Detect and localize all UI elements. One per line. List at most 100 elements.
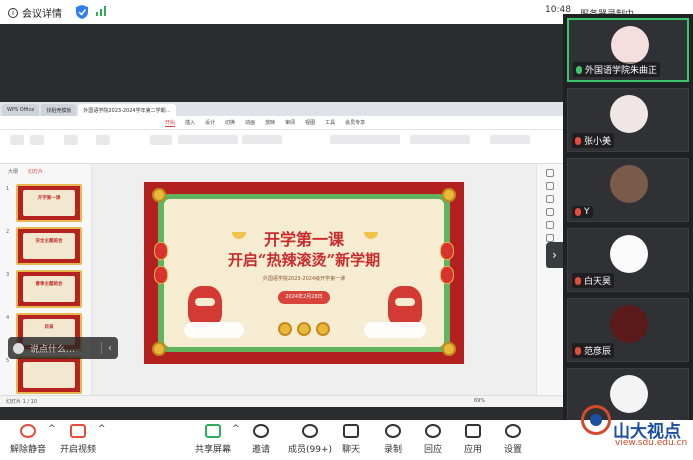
unmute-button[interactable]: 解除静音 <box>10 424 46 455</box>
participant-tile[interactable]: Y <box>567 158 689 222</box>
watermark-url: view.sdu.edu.cn <box>615 438 688 448</box>
slide-thumbnail[interactable]: 春季主题班会 <box>16 270 82 308</box>
menu-item[interactable]: 放映 <box>265 119 275 126</box>
participant-name: 白天昊 <box>584 277 612 287</box>
menu-item[interactable]: 开始 <box>165 119 176 127</box>
slide-date: 2024年2月28日 <box>278 291 330 304</box>
tool-icon[interactable] <box>546 234 554 242</box>
font-size-select[interactable] <box>242 135 282 144</box>
invite-button[interactable]: 邀请 <box>252 424 270 455</box>
chevron-up-icon[interactable]: ^ <box>98 424 106 434</box>
tab-slides[interactable]: 幻灯片 <box>28 168 43 175</box>
menu-item[interactable]: 视图 <box>305 119 315 126</box>
format-icon[interactable] <box>30 135 44 145</box>
cloud-decoration <box>184 322 244 338</box>
window-tab[interactable]: 找稻壳模板 <box>41 104 77 116</box>
share-screen-button[interactable]: 共享屏幕 <box>195 424 231 455</box>
thumb-number: 2 <box>6 229 10 235</box>
dragon-illustration <box>188 286 222 326</box>
participant-tile[interactable]: 张小美 <box>567 88 689 152</box>
new-slide-icon[interactable] <box>64 135 78 145</box>
divider <box>101 342 102 354</box>
window-tab-active[interactable]: 外国语学院2023-2024学年第二学期… <box>78 104 176 116</box>
unmute-label: 解除静音 <box>10 445 47 455</box>
section-icon[interactable] <box>150 135 172 145</box>
info-icon: i <box>8 7 18 18</box>
shape-tools[interactable] <box>490 135 530 144</box>
slide-subtitle: 开启“热辣滚烫”新学期 <box>227 251 381 269</box>
meeting-info-button[interactable]: i 会议详情 <box>8 5 62 20</box>
right-toolbar <box>536 164 563 401</box>
tool-icon[interactable] <box>546 208 554 216</box>
reaction-button[interactable]: 回应 <box>424 424 442 455</box>
font-select[interactable] <box>178 135 238 144</box>
tool-icon[interactable] <box>546 182 554 190</box>
members-button[interactable]: 成员(99+) <box>288 424 332 455</box>
slide-title: 开学第一课 <box>263 230 344 249</box>
slide-thumbnail[interactable]: 开学第一课 <box>16 184 82 222</box>
menu-item[interactable]: 工具 <box>325 119 335 126</box>
coin-decoration <box>316 322 330 336</box>
meeting-info-label: 会议详情 <box>22 9 62 20</box>
participant-tile[interactable]: 白天昊 <box>567 228 689 292</box>
share-screen-icon <box>205 424 221 438</box>
tool-icon[interactable] <box>546 169 554 177</box>
menu-item[interactable]: 切换 <box>225 119 235 126</box>
apps-button[interactable]: 应用 <box>464 424 482 455</box>
thumb-label: 春季主题班会 <box>35 282 63 287</box>
chevron-left-icon[interactable]: ‹ <box>108 343 118 354</box>
invite-icon <box>253 424 269 438</box>
share-label: 共享屏幕 <box>195 445 232 455</box>
tool-icon[interactable] <box>546 195 554 203</box>
thumb-number: 4 <box>6 315 10 321</box>
tool-icon[interactable] <box>546 221 554 229</box>
mic-off-icon <box>20 424 36 438</box>
paragraph-controls[interactable] <box>330 135 400 144</box>
dragon-illustration <box>388 286 422 326</box>
slide-thumbnail[interactable] <box>16 356 82 394</box>
avatar <box>610 305 648 343</box>
menu-item[interactable]: 设计 <box>205 119 215 126</box>
apps-label: 应用 <box>464 445 483 455</box>
chevron-up-icon[interactable]: ^ <box>232 424 240 434</box>
shield-icon[interactable] <box>76 5 88 19</box>
chevron-right-icon: › <box>552 248 557 262</box>
coin-decoration <box>442 188 456 202</box>
chat-button[interactable]: 聊天 <box>342 424 360 455</box>
thumb-tabs: 大纲 幻灯片 <box>0 164 91 179</box>
current-slide[interactable]: 开学第一课 开启“热辣滚烫”新学期 外国语学院2023-2024级开学第一课 2… <box>144 182 464 364</box>
signal-icon[interactable] <box>96 6 106 16</box>
cloud-decoration <box>364 322 426 338</box>
slide-thumbnail[interactable]: 安全主题班会 <box>16 227 82 265</box>
participant-tile[interactable]: 外国语学院朱曲正 <box>567 18 689 82</box>
record-button[interactable]: 录制 <box>384 424 402 455</box>
ribbon <box>0 130 563 164</box>
chat-label: 聊天 <box>342 445 361 455</box>
record-label: 录制 <box>384 445 403 455</box>
menu-item[interactable]: 动画 <box>245 119 255 126</box>
menu-item[interactable]: 插入 <box>185 119 195 126</box>
paste-icon[interactable] <box>10 135 24 145</box>
settings-button[interactable]: 设置 <box>504 424 522 455</box>
zoom-level[interactable]: 69% <box>474 398 485 404</box>
menu-item[interactable]: 会员专享 <box>345 119 365 126</box>
members-label: 成员(99+) <box>288 445 333 455</box>
collapse-panel-button[interactable]: › <box>546 242 563 268</box>
chevron-up-icon[interactable]: ^ <box>48 424 56 434</box>
text-tools[interactable] <box>410 135 470 144</box>
coin-decoration <box>442 342 456 356</box>
window-tab[interactable]: WPS Office <box>2 104 40 116</box>
participant-name: Y <box>584 207 590 217</box>
layout-icon[interactable] <box>96 135 110 145</box>
mic-off-icon <box>575 276 581 285</box>
emoji-icon[interactable] <box>13 342 24 354</box>
thumb-label: 开学第一课 <box>37 196 61 201</box>
mic-on-icon <box>576 65 582 74</box>
participant-tile[interactable]: 范彦辰 <box>567 298 689 362</box>
chat-placeholder: 说点什么… <box>30 344 76 355</box>
video-button[interactable]: 开启视频 <box>60 424 96 455</box>
chat-input[interactable]: 说点什么… ‹ <box>8 337 118 359</box>
thumb-label: 安全主题班会 <box>35 239 63 244</box>
menu-item[interactable]: 审阅 <box>285 119 295 126</box>
tab-outline[interactable]: 大纲 <box>8 168 18 175</box>
